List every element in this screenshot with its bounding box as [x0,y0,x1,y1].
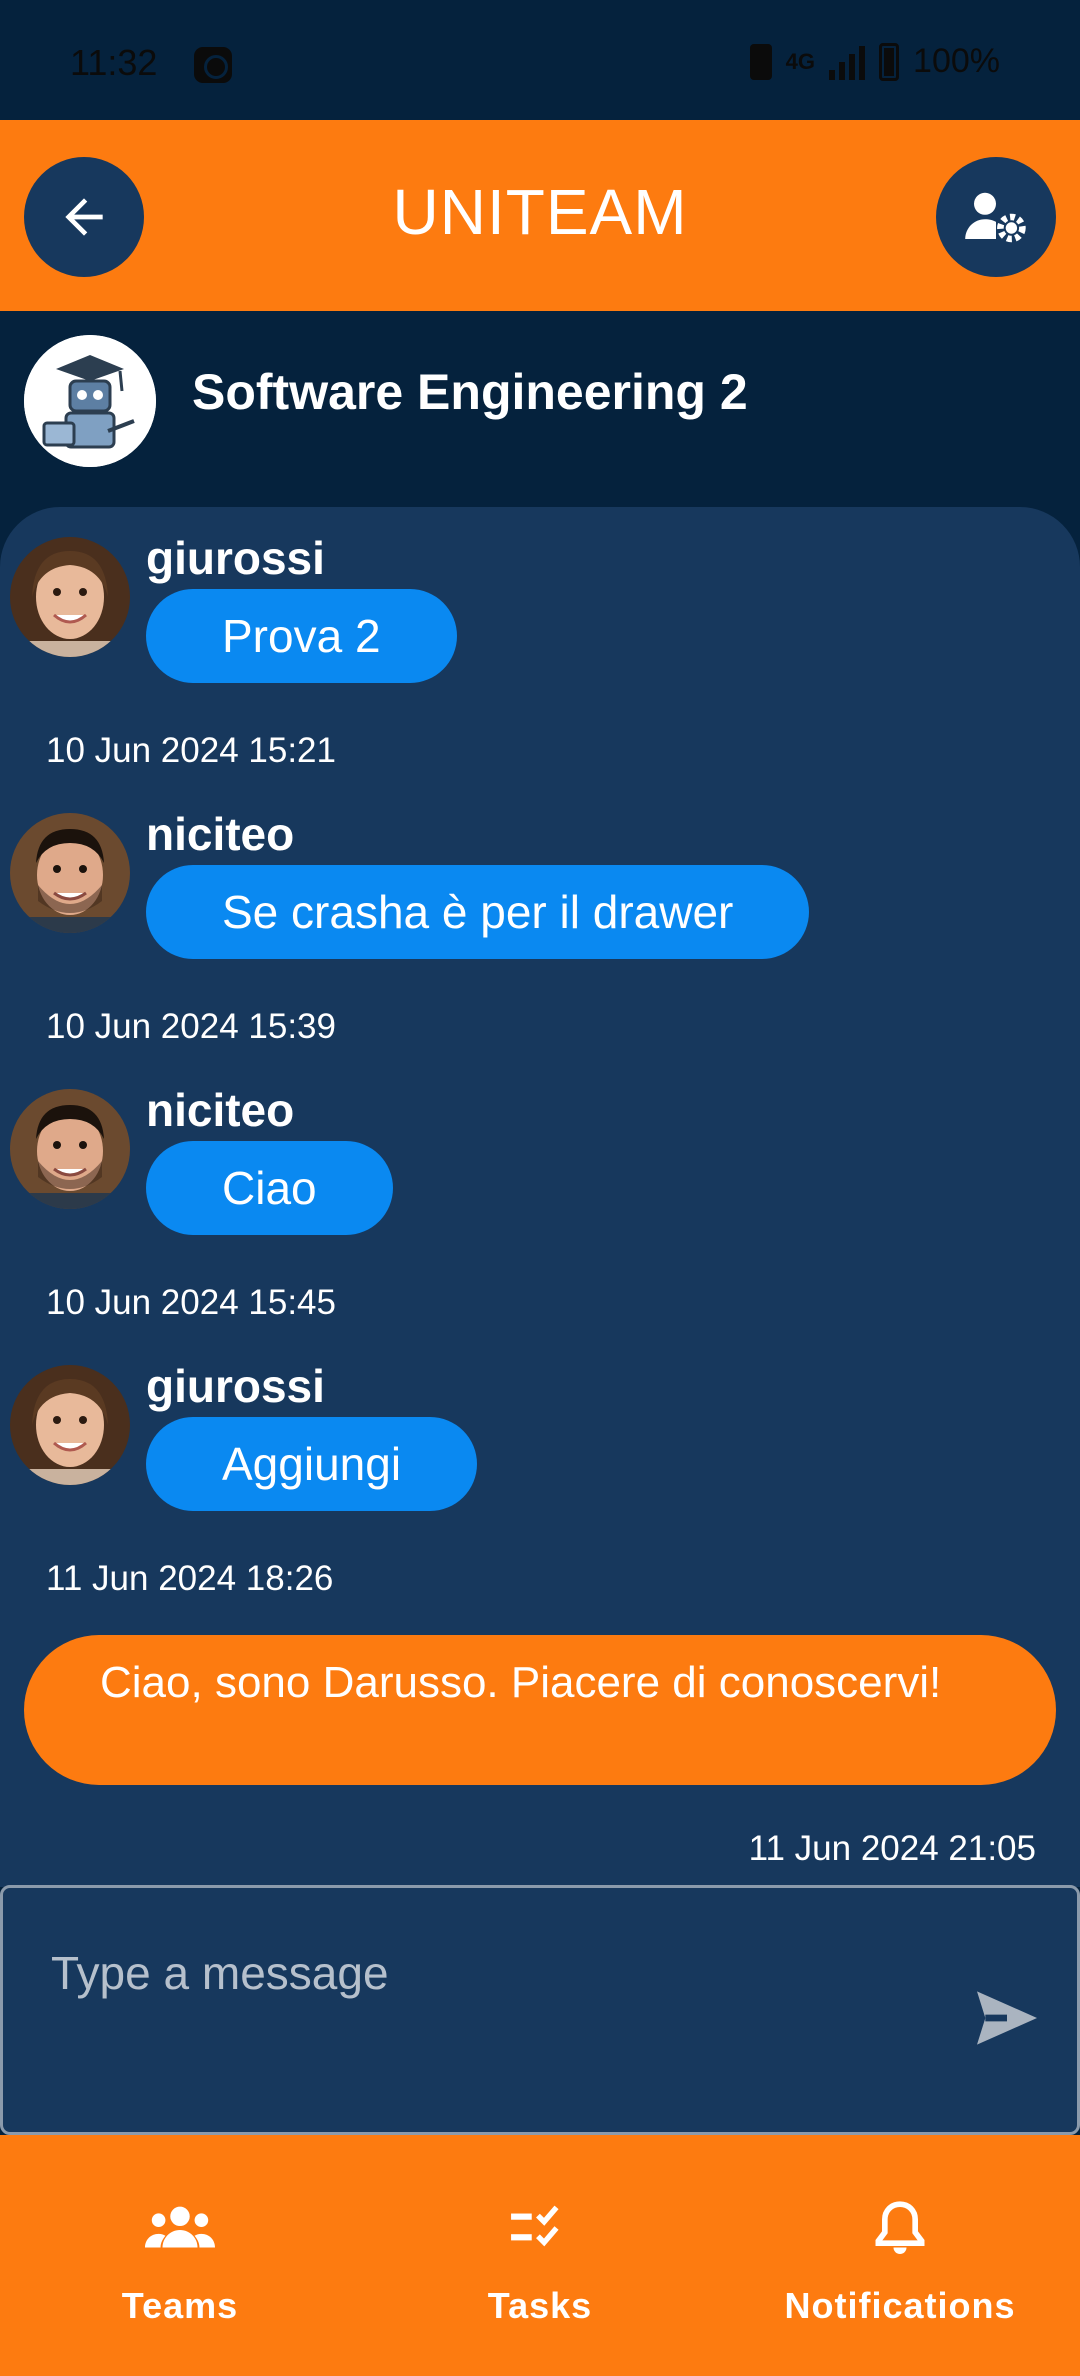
group-icon [145,2206,215,2248]
message-sender: niciteo [146,1084,295,1136]
own-message-timestamp: 11 Jun 2024 21:05 [748,1829,1036,1868]
message-timestamp: 10 Jun 2024 15:45 [46,1283,336,1322]
nav-label-teams: Teams [121,2285,239,2326]
battery-level: 100% [913,42,1000,80]
chat-area[interactable]: giurossi Prova 2 10 Jun 2024 15:21 nicit… [0,507,1080,1887]
message-timestamp: 11 Jun 2024 18:26 [46,1559,334,1598]
team-bar: Software Engineering 2 [0,311,1080,507]
battery-icon [879,42,900,81]
status-indicators: 4G 100% [749,42,1000,81]
team-avatar[interactable] [24,335,156,467]
vibrate-icon [749,43,772,80]
message-sender: giurossi [146,532,325,584]
status-bar: 11:32 4G 100% [0,0,1080,120]
bell-icon [875,2201,925,2254]
avatar[interactable] [10,1365,130,1485]
message-input[interactable] [51,1938,931,2008]
nav-label-notifications: Notifications [784,2285,1016,2326]
message-timestamp: 10 Jun 2024 15:21 [46,731,336,770]
send-icon [977,1991,1037,2045]
status-time: 11:32 [70,42,158,83]
team-name: Software Engineering 2 [192,364,748,420]
app-title: UNITEAM [392,176,688,248]
avatar[interactable] [10,537,130,657]
avatar[interactable] [10,1089,130,1209]
message-composer [0,1885,1080,2135]
user-gear-icon [965,192,1026,243]
message-bubble[interactable]: Aggiungi [146,1417,478,1511]
message-bubble[interactable]: Se crasha è per il drawer [146,865,810,959]
nav-item-teams[interactable]: Teams [0,2135,360,2376]
man-avatar-icon [10,813,130,933]
nav-item-tasks[interactable]: Tasks [360,2135,720,2376]
message-sender: giurossi [146,1360,325,1412]
robot-graduate-icon [24,335,156,467]
nav-label-tasks: Tasks [487,2285,593,2326]
bottom-navigation: Teams Tasks Notifications [0,2135,1080,2376]
app-header: UNITEAM [0,120,1080,311]
man-avatar-icon [10,1089,130,1209]
message-bubble[interactable]: Ciao [146,1141,393,1235]
message-bubble[interactable]: Prova 2 [146,589,457,683]
woman-avatar-icon [10,537,130,657]
woman-avatar-icon [10,1365,130,1485]
message-timestamp: 10 Jun 2024 15:39 [46,1007,336,1046]
signal-icon [829,44,866,80]
send-button[interactable] [967,1978,1047,2058]
checklist-icon [511,2205,559,2247]
app-notification-icon [194,47,232,83]
team-settings-button[interactable] [936,157,1056,277]
message-sender: niciteo [146,808,295,860]
network-label: 4G [785,48,816,74]
nav-item-notifications[interactable]: Notifications [720,2135,1080,2376]
own-message-bubble[interactable]: Ciao, sono Darusso. Piacere di conoscerv… [24,1635,1056,1785]
avatar[interactable] [10,813,130,933]
